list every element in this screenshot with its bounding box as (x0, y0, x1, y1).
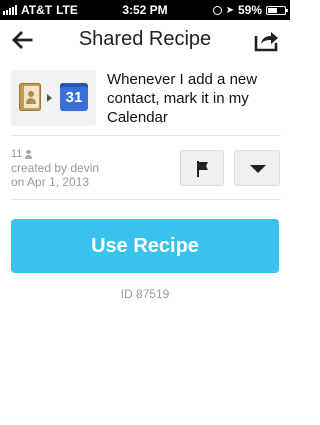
battery-percent: 59% (237, 3, 262, 17)
share-icon[interactable] (254, 27, 280, 53)
status-right: ➤ 59% (212, 3, 288, 17)
page-title: Shared Recipe (78, 28, 212, 50)
arrow-right-icon (47, 94, 52, 102)
more-options-button[interactable] (234, 150, 280, 186)
recipe-description: Whenever I add a new contact, mark it in… (107, 71, 258, 126)
recipe-meta: 11 created by devin on Apr 1, 2013 (11, 148, 99, 189)
nav-bar: Shared Recipe (0, 20, 290, 60)
calendar-icon: 31 (60, 83, 88, 111)
created-on: on Apr 1, 2013 (11, 175, 90, 189)
contacts-icon (19, 83, 41, 111)
divider (11, 135, 281, 136)
user-count: 11 (11, 148, 99, 161)
created-by[interactable]: created by devin (11, 161, 99, 175)
user-count-value: 11 (11, 148, 23, 160)
person-icon (25, 150, 33, 159)
recipe-channel-icons: 31 (11, 70, 96, 126)
use-recipe-button[interactable]: Use Recipe (11, 219, 279, 273)
location-icon: ➤ (225, 4, 234, 16)
divider (11, 199, 281, 200)
flag-button[interactable] (180, 150, 224, 186)
recipe-id: ID 87519 (120, 287, 170, 301)
status-bar: AT&T LTE 3:52 PM ➤ 59% (0, 0, 290, 20)
recipe-header: 31 Whenever I add a new contact, mark it… (11, 70, 281, 126)
battery-icon (266, 5, 288, 15)
flag-icon (197, 161, 208, 177)
rotation-lock-icon (212, 5, 222, 15)
caret-down-icon (250, 165, 266, 173)
